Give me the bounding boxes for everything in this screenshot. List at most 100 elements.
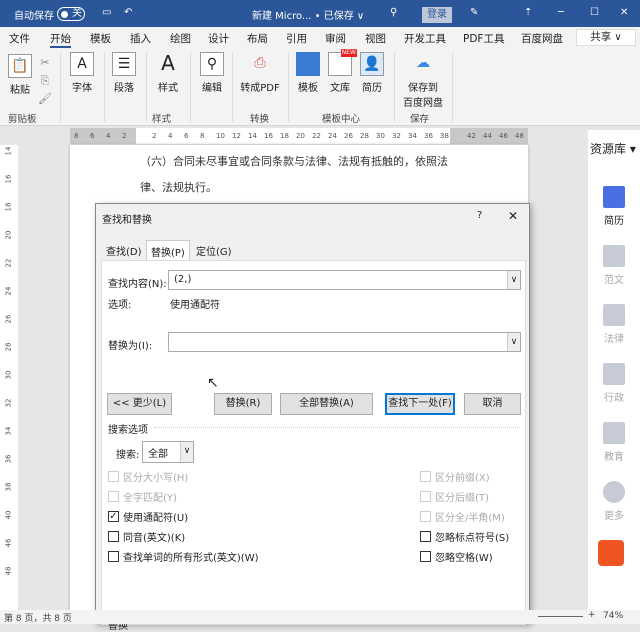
option-checkbox: 区分前缀(X) xyxy=(420,469,490,484)
convert-pdf-button[interactable]: ⎙ 转成PDF xyxy=(238,52,282,94)
template-button[interactable]: 模板 xyxy=(294,52,322,94)
checkbox-box[interactable] xyxy=(420,531,431,542)
option-checkbox[interactable]: ✓ 使用通配符(U) xyxy=(108,509,188,524)
find-next-button[interactable]: 查找下一处(F) xyxy=(385,393,455,415)
tab-references[interactable]: 引用 xyxy=(286,31,307,46)
ruler-tick: 30 xyxy=(4,370,13,380)
option-checkbox[interactable]: 同音(英文)(K) xyxy=(108,529,185,544)
maximize-button[interactable]: ☐ xyxy=(590,7,599,18)
edit-button[interactable]: ⚲ 编辑 xyxy=(196,52,228,94)
font-icon: A xyxy=(70,52,94,76)
chevron-down-icon[interactable]: ∨ xyxy=(507,271,520,289)
resource-item[interactable]: 范文 xyxy=(588,245,640,286)
dialog-close-button[interactable]: ✕ xyxy=(508,209,518,223)
option-checkbox[interactable]: 查找单词的所有形式(英文)(W) xyxy=(108,549,259,564)
replace-all-button[interactable]: 全部替换(A) xyxy=(280,393,373,415)
ribbon: 📋 粘贴 ✂ ⎘ 🖌 A 字体 ☰ 段落 A 样式 ⚲ 编辑 ⎙ 转成PDF 模板 NEW 文库 … xyxy=(0,48,640,126)
ruler-tick: 18 xyxy=(280,132,289,140)
cut-copy-format-icons[interactable]: ✂ ⎘ 🖌 xyxy=(38,54,52,108)
share-button[interactable]: 共享 ∨ xyxy=(576,29,636,46)
save-icon[interactable]: ▭ xyxy=(102,7,111,18)
ribbon-display-icon[interactable]: ⇡ xyxy=(524,7,532,18)
resource-pane-title[interactable]: 资源库 ▾ xyxy=(590,140,636,157)
checkbox-label: 区分前缀(X) xyxy=(435,473,490,484)
tab-layout[interactable]: 布局 xyxy=(247,31,268,46)
ruler-tick: 14 xyxy=(248,132,257,140)
tab-goto[interactable]: 定位(G) xyxy=(192,240,236,260)
cancel-button[interactable]: 取消 xyxy=(464,393,521,415)
undo-icon[interactable]: ↶ xyxy=(124,7,132,18)
font-button[interactable]: A 字体 xyxy=(66,52,98,94)
chevron-down-icon[interactable]: ∨ xyxy=(180,442,193,462)
tab-developer[interactable]: 开发工具 xyxy=(404,31,446,46)
checkbox-box[interactable] xyxy=(108,551,119,562)
ruler-tick: 6 xyxy=(90,132,95,140)
resume-button[interactable]: 👤 简历 xyxy=(358,52,386,94)
tab-design[interactable]: 设计 xyxy=(208,31,229,46)
search-direction-label: 搜索: xyxy=(116,450,140,461)
zoom-slider[interactable] xyxy=(538,616,583,617)
ruler-tick: 16 xyxy=(264,132,273,140)
minimize-button[interactable]: ─ xyxy=(558,7,564,18)
ruler-tick: 32 xyxy=(4,398,13,408)
library-button[interactable]: NEW 文库 xyxy=(326,49,357,94)
close-button[interactable]: ✕ xyxy=(620,7,628,18)
autosave-toggle[interactable]: 关 xyxy=(57,7,85,21)
tab-replace[interactable]: 替换(P) xyxy=(146,240,190,260)
autosave-label: 自动保存 xyxy=(14,11,54,22)
search-icon[interactable]: ⚲ xyxy=(390,7,397,18)
login-button[interactable]: 登录 xyxy=(422,7,452,23)
search-direction-select[interactable]: 全部 ∨ xyxy=(142,441,194,463)
option-checkbox[interactable]: 忽略标点符号(S) xyxy=(420,529,509,544)
ruler-tick: 8 xyxy=(74,132,79,140)
resource-item-label: 教育 xyxy=(604,452,624,463)
replace-label: 替换为(I): xyxy=(108,341,153,352)
tab-baidu[interactable]: 百度网盘 xyxy=(521,31,563,46)
checkbox-box[interactable] xyxy=(420,551,431,562)
vertical-ruler[interactable]: 14 16 18 20 22 24 26 28 30 32 34 36 38 40 46 48 xyxy=(0,145,18,610)
baidu-label: 百度网盘 xyxy=(403,98,443,109)
option-checkbox[interactable]: 忽略空格(W) xyxy=(420,549,493,564)
ruler-tick: 26 xyxy=(4,314,13,324)
resource-item[interactable]: 更多 xyxy=(588,481,640,522)
search-direction-value: 全部 xyxy=(148,449,168,460)
zoom-in-button[interactable]: + xyxy=(588,610,596,620)
horizontal-ruler[interactable]: 8 6 4 2 2 4 6 8 10 12 14 16 18 20 22 24 26 28 30 32 34 36 38 42… xyxy=(70,128,528,144)
paste-button[interactable]: 📋 粘贴 xyxy=(6,54,34,96)
group-styles: 样式 xyxy=(152,114,172,125)
save-baidu-button[interactable]: ☁ 保存到 百度网盘 xyxy=(400,52,446,109)
checkbox-box[interactable]: ✓ xyxy=(108,511,119,522)
tab-view[interactable]: 视图 xyxy=(365,31,386,46)
page-count[interactable]: 第 8 页，共 8 页 xyxy=(4,611,72,624)
tab-home[interactable]: 开始 xyxy=(50,31,71,48)
paragraph-button[interactable]: ☰ 段落 xyxy=(108,52,140,94)
less-button[interactable]: << 更少(L) xyxy=(107,393,172,415)
tab-file[interactable]: 文件 xyxy=(9,31,30,46)
group-clipboard: 剪贴板 xyxy=(8,114,37,125)
pen-icon[interactable]: ✎ xyxy=(470,7,478,18)
resource-item[interactable]: 教育 xyxy=(588,422,640,463)
save-to-label: 保存到 xyxy=(408,83,438,94)
find-input[interactable]: (2,) ∨ xyxy=(168,270,521,290)
tab-review[interactable]: 审阅 xyxy=(325,31,346,46)
tab-find[interactable]: 查找(D) xyxy=(102,240,146,260)
zoom-level[interactable]: 74% xyxy=(603,611,623,621)
styles-button[interactable]: A 样式 xyxy=(152,52,184,94)
tab-draw[interactable]: 绘图 xyxy=(170,31,191,46)
replace-button[interactable]: 替换(R) xyxy=(214,393,272,415)
resource-item[interactable]: 简历 xyxy=(588,186,640,227)
edit-label: 编辑 xyxy=(202,83,222,94)
resource-item[interactable]: 法律 xyxy=(588,304,640,345)
doc-title[interactable]: 新建 Micro... • 已保存 ∨ xyxy=(252,7,364,22)
tab-insert[interactable]: 插入 xyxy=(130,31,151,46)
replace-input[interactable]: ∨ xyxy=(168,332,521,352)
option-checkbox: 全字匹配(Y) xyxy=(108,489,177,504)
resource-item[interactable]: 行政 xyxy=(588,363,640,404)
checkbox-box[interactable] xyxy=(108,531,119,542)
help-button[interactable]: ? xyxy=(477,210,482,221)
ruler-tick: 28 xyxy=(360,132,369,140)
tab-pdf-tools[interactable]: PDF工具 xyxy=(463,31,504,46)
red-envelope-icon[interactable] xyxy=(598,540,624,566)
tab-template[interactable]: 模板 xyxy=(90,31,111,46)
chevron-down-icon[interactable]: ∨ xyxy=(507,333,520,351)
